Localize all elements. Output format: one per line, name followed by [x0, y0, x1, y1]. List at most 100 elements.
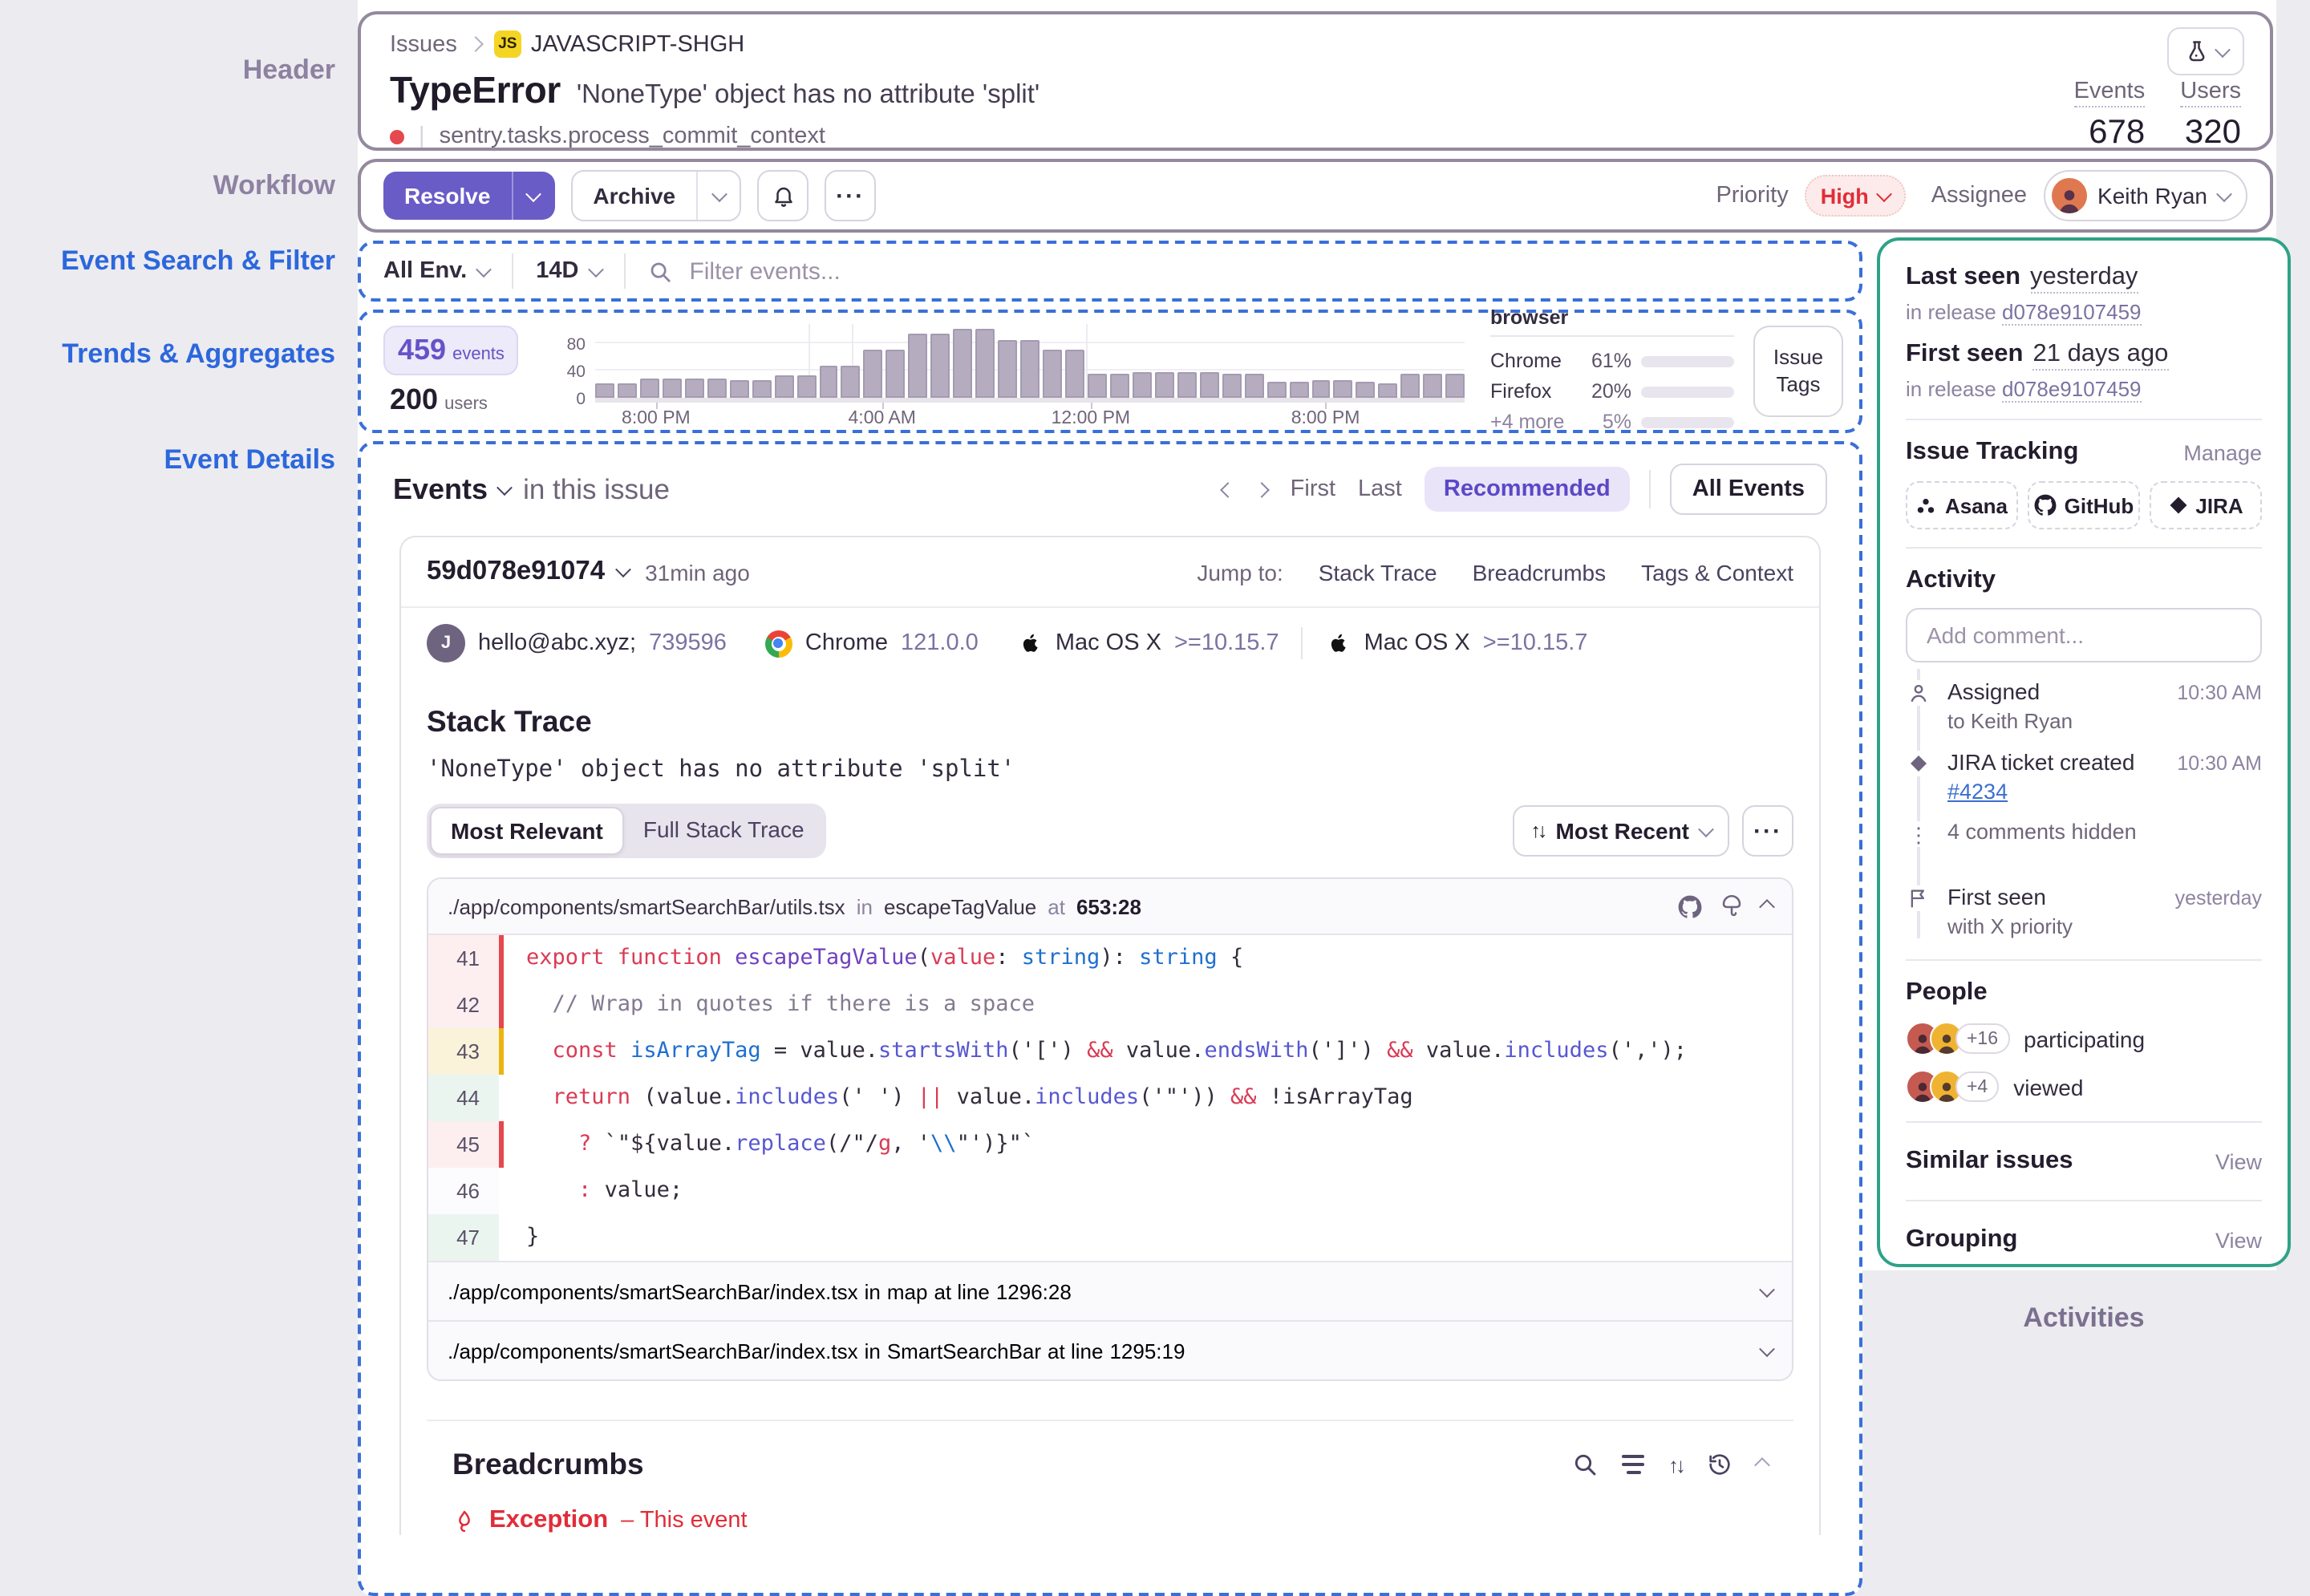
issue-tags-button[interactable]: Issue Tags: [1753, 326, 1843, 417]
last-seen-value[interactable]: yesterday: [2030, 263, 2138, 294]
subscribe-button[interactable]: [757, 170, 809, 221]
code-line[interactable]: 41 export function escapeTagValue(value: …: [428, 935, 1792, 982]
histogram-bar[interactable]: [1109, 373, 1129, 397]
code-line[interactable]: 44 return (value.includes(' ') || value.…: [428, 1075, 1792, 1121]
sort-order-button[interactable]: ↑↓ Most Recent: [1513, 805, 1729, 857]
jump-link-breadcrumbs[interactable]: Breadcrumbs: [1473, 559, 1607, 585]
code-line[interactable]: 42 // Wrap in quotes if there is a space: [428, 982, 1792, 1028]
date-range-select[interactable]: 14D: [536, 258, 604, 284]
collapse-section-icon[interactable]: [1754, 1456, 1770, 1472]
add-comment-input[interactable]: [1923, 621, 2244, 650]
stack-trace-options-button[interactable]: ···: [1742, 805, 1793, 857]
sort-icon[interactable]: ↑↓: [1668, 1452, 1686, 1477]
events-count-chip[interactable]: 459 events: [383, 326, 519, 375]
recommended-tab[interactable]: Recommended: [1424, 467, 1630, 512]
grouping-view-link[interactable]: View: [2215, 1228, 2262, 1252]
browser-legend-row[interactable]: +4 more 5%: [1490, 407, 1734, 437]
histogram-bar[interactable]: [1378, 383, 1398, 397]
search-icon[interactable]: [1572, 1452, 1598, 1477]
histogram-bar[interactable]: [1400, 374, 1420, 397]
expand-frame-icon[interactable]: [1759, 1340, 1775, 1357]
filter-icon[interactable]: [1622, 1455, 1644, 1474]
collapsed-stack-frame[interactable]: ./app/components/smartSearchBar/index.ts…: [428, 1261, 1792, 1320]
histogram-bar[interactable]: [639, 378, 659, 397]
breadcrumb-issues-link[interactable]: Issues: [390, 31, 457, 57]
breadcrumb-short-id[interactable]: JAVASCRIPT-SHGH: [531, 31, 744, 57]
events-stat-label[interactable]: Events: [2073, 79, 2146, 107]
code-line[interactable]: 46 : value;: [428, 1168, 1792, 1214]
histogram-bar[interactable]: [908, 334, 928, 397]
people-count-badge[interactable]: +4: [1955, 1071, 2000, 1102]
integration-button-jira[interactable]: JIRA: [2150, 481, 2262, 529]
histogram-bar[interactable]: [662, 378, 682, 397]
users-stat-label[interactable]: Users: [2180, 79, 2241, 107]
users-count-stat[interactable]: 200 users: [383, 383, 534, 417]
resolve-dropdown-button[interactable]: [513, 172, 554, 220]
histogram-bar[interactable]: [953, 328, 973, 397]
histogram-bar[interactable]: [729, 380, 749, 397]
archive-dropdown-button[interactable]: [698, 172, 740, 220]
integration-button-github[interactable]: GitHub: [2028, 481, 2140, 529]
resolve-button[interactable]: Resolve: [383, 172, 555, 220]
history-clock-icon[interactable]: [1707, 1452, 1732, 1477]
histogram-bar[interactable]: [1132, 371, 1152, 397]
next-event-button[interactable]: [1254, 481, 1270, 497]
histogram-bar[interactable]: [1065, 350, 1084, 397]
histogram-bar[interactable]: [1222, 373, 1242, 397]
histogram-bar[interactable]: [595, 383, 614, 397]
previous-event-button[interactable]: [1220, 481, 1237, 497]
github-icon[interactable]: [1678, 894, 1702, 918]
histogram-bar[interactable]: [1333, 379, 1353, 397]
experiment-menu-button[interactable]: [2167, 27, 2244, 75]
last-seen-release-link[interactable]: d078e9107459: [2002, 300, 2142, 326]
assignee-select[interactable]: Keith Ryan: [2043, 170, 2247, 221]
activity-ticket-link[interactable]: #4234: [1947, 780, 2008, 804]
frame-header[interactable]: ./app/components/smartSearchBar/utils.ts…: [428, 879, 1792, 935]
histogram-bar[interactable]: [863, 350, 883, 397]
histogram-bar[interactable]: [1356, 382, 1376, 397]
first-seen-value[interactable]: 21 days ago: [2032, 340, 2169, 371]
activity-item[interactable]: First seen yesterday with X priority: [1906, 871, 2262, 942]
first-event-link[interactable]: First: [1291, 476, 1335, 502]
histogram-bar[interactable]: [617, 383, 637, 397]
histogram-bar[interactable]: [1445, 374, 1465, 397]
histogram-bar[interactable]: [1266, 382, 1287, 397]
archive-button-label[interactable]: Archive: [572, 172, 696, 220]
first-seen-release-link[interactable]: d078e9107459: [2002, 377, 2142, 403]
activity-item[interactable]: ⋮ 4 comments hidden: [1906, 807, 2262, 871]
histogram-bar[interactable]: [796, 375, 817, 397]
integration-button-asana[interactable]: Asana: [1906, 481, 2018, 529]
tab-most-relevant[interactable]: Most Relevant: [430, 807, 624, 855]
histogram-bar[interactable]: [1087, 373, 1107, 397]
expand-frame-icon[interactable]: [1759, 1281, 1775, 1298]
histogram-bar[interactable]: [1423, 374, 1443, 397]
tab-full-stack-trace[interactable]: Full Stack Trace: [624, 807, 824, 852]
histogram-bar[interactable]: [1244, 373, 1264, 397]
activity-item[interactable]: Assigned 10:30 AM to Keith Ryan: [1906, 666, 2262, 736]
jump-link-tags-context[interactable]: Tags & Context: [1641, 559, 1793, 585]
archive-button[interactable]: Archive: [570, 170, 742, 221]
collapse-frame-icon[interactable]: [1759, 898, 1775, 914]
last-event-link[interactable]: Last: [1358, 476, 1402, 502]
histogram-bar[interactable]: [819, 366, 838, 397]
suspect-commit-icon[interactable]: [1720, 894, 1744, 918]
code-line[interactable]: 47}: [428, 1214, 1792, 1261]
histogram-bar[interactable]: [752, 380, 772, 397]
histogram-bar[interactable]: [998, 340, 1018, 397]
add-comment-field[interactable]: [1906, 608, 2262, 662]
all-events-button[interactable]: All Events: [1669, 464, 1827, 515]
manage-link[interactable]: Manage: [2183, 440, 2262, 464]
histogram-bar[interactable]: [1043, 350, 1063, 397]
histogram-bar[interactable]: [1154, 371, 1174, 397]
collapsed-stack-frame[interactable]: ./app/components/smartSearchBar/index.ts…: [428, 1320, 1792, 1379]
activity-item[interactable]: JIRA ticket created 10:30 AM #4234: [1906, 736, 2262, 807]
histogram-bar[interactable]: [930, 334, 950, 397]
filter-events-input[interactable]: [686, 256, 1837, 286]
histogram-bar[interactable]: [1311, 379, 1331, 397]
browser-legend-row[interactable]: Chrome 61%: [1490, 346, 1734, 376]
histogram-bar[interactable]: [684, 378, 704, 397]
histogram-bar[interactable]: [841, 366, 861, 397]
histogram-bar[interactable]: [1020, 340, 1040, 397]
histogram-bar[interactable]: [886, 350, 906, 397]
resolve-button-label[interactable]: Resolve: [383, 172, 511, 220]
